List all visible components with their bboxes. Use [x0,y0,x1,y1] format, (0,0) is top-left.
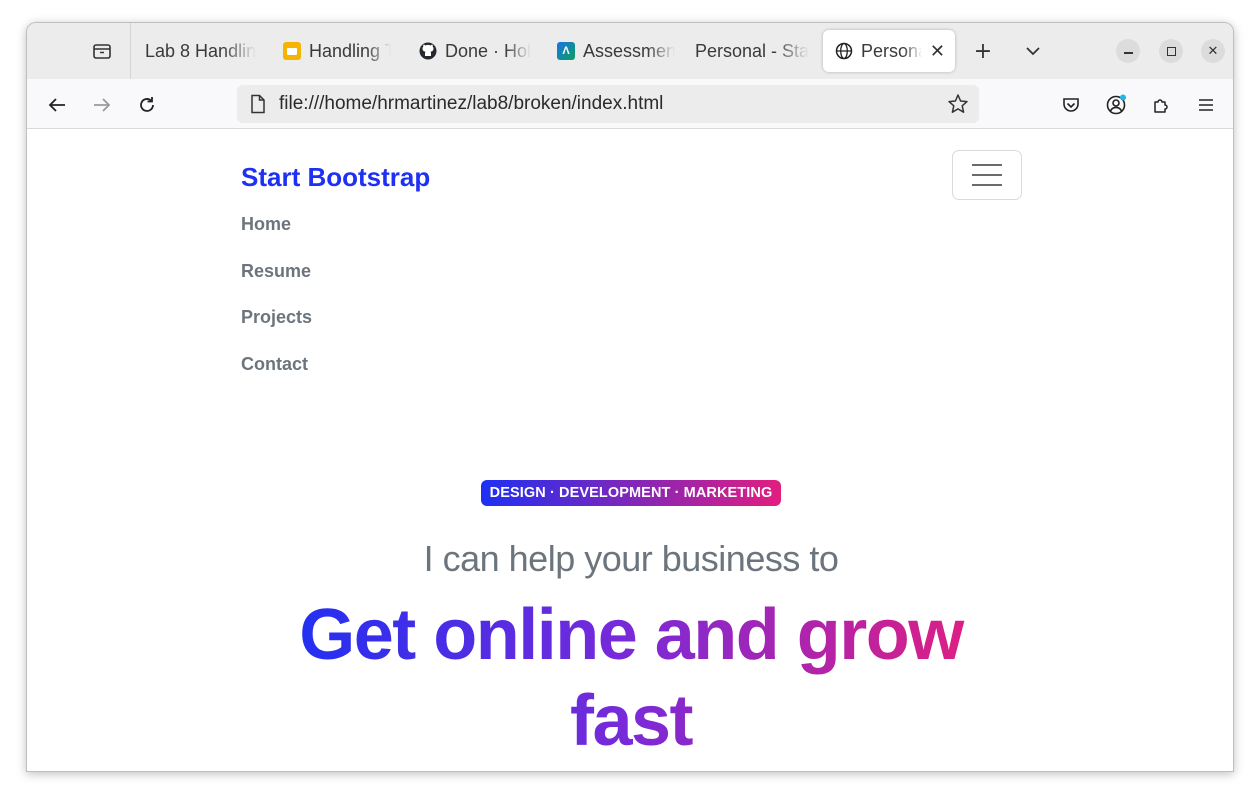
forward-button[interactable] [88,91,116,119]
tab-label: Handling T [309,40,391,61]
close-window-button[interactable]: ✕ [1201,39,1225,63]
url-text[interactable]: file:///home/hrmartinez/lab8/broken/inde… [279,93,663,115]
pocket-button[interactable] [1057,91,1085,119]
tab-label: Done · Hol [445,40,532,61]
minimize-button[interactable] [1116,39,1140,63]
tab-lab8[interactable]: Lab 8 Handlin [133,30,263,72]
minimize-icon [1123,52,1133,54]
account-icon [1106,94,1126,115]
services-badge: DESIGN · DEVELOPMENT · MARKETING [481,480,781,506]
nav-link-projects[interactable]: Projects [241,305,312,352]
page-icon [251,94,265,114]
web-page: Start Bootstrap Home Resume Projects Con… [27,130,1233,771]
browser-window: Lab 8 Handlin Handling T Done · Hol Λ As… [26,22,1234,772]
back-arrow-icon [48,98,65,112]
tab-label: Assessmen [583,40,675,61]
slides-icon [283,42,301,60]
tab-strip: Lab 8 Handlin Handling T Done · Hol Λ As… [27,23,1233,79]
tab-label: Persona [861,40,922,61]
navbar-toggler-button[interactable] [952,150,1022,200]
tab-label: Personal - Sta [695,40,810,61]
maximize-button[interactable] [1159,39,1183,63]
archive-icon [93,44,111,59]
puzzle-icon [1154,99,1168,113]
hero-subheading: I can help your business to [423,538,839,579]
github-icon [419,42,437,60]
canvas-icon: Λ [557,42,575,60]
nav-link-home[interactable]: Home [241,212,312,259]
nav-link-contact[interactable]: Contact [241,352,312,399]
toggler-bar [972,164,1002,166]
extensions-button[interactable] [1147,91,1175,119]
new-tab-button[interactable]: + [969,37,997,65]
toggler-bar [972,174,1002,176]
tab-personal-active[interactable]: Persona ✕ [823,30,955,72]
tab-assessment[interactable]: Λ Assessmen [545,30,675,72]
forward-arrow-icon [94,98,111,112]
tab-label: Lab 8 Handlin [145,40,257,61]
tab-strip-separator [130,23,131,79]
back-button[interactable] [43,91,71,119]
maximize-icon [1166,46,1176,56]
hero-headline: Get online and grow fast [281,592,981,764]
reload-icon [140,97,154,112]
menu-button[interactable] [1192,91,1220,119]
account-button[interactable] [1102,91,1130,119]
list-tabs-button[interactable] [1019,37,1047,65]
tab-handling[interactable]: Handling T [271,30,391,72]
tab-overview-button[interactable] [79,31,125,71]
globe-icon [835,42,853,60]
pocket-icon [1063,98,1079,112]
tab-personal-start[interactable]: Personal - Sta [683,30,813,72]
brand-link[interactable]: Start Bootstrap [241,162,430,193]
reload-button[interactable] [133,91,161,119]
nav-links: Home Resume Projects Contact [241,212,312,398]
close-tab-icon[interactable]: ✕ [930,41,945,62]
tab-github[interactable]: Done · Hol [407,30,537,72]
nav-link-resume[interactable]: Resume [241,259,312,306]
close-icon: ✕ [1207,43,1219,59]
toggler-bar [972,184,1002,186]
address-bar[interactable]: file:///home/hrmartinez/lab8/broken/inde… [237,85,979,123]
navigation-toolbar: file:///home/hrmartinez/lab8/broken/inde… [27,79,1233,129]
hamburger-menu-icon [1199,99,1213,111]
chevron-down-icon [1026,47,1040,56]
bookmark-star-icon[interactable] [947,93,969,115]
